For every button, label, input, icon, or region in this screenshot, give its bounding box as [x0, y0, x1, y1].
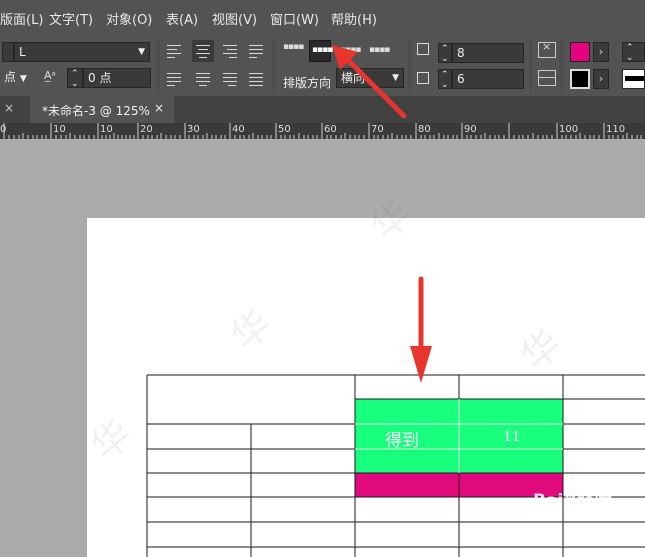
annotation-arrow-shaft [341, 53, 407, 119]
annotation-arrow-head [410, 346, 432, 383]
annotation-layer [332, 45, 432, 383]
